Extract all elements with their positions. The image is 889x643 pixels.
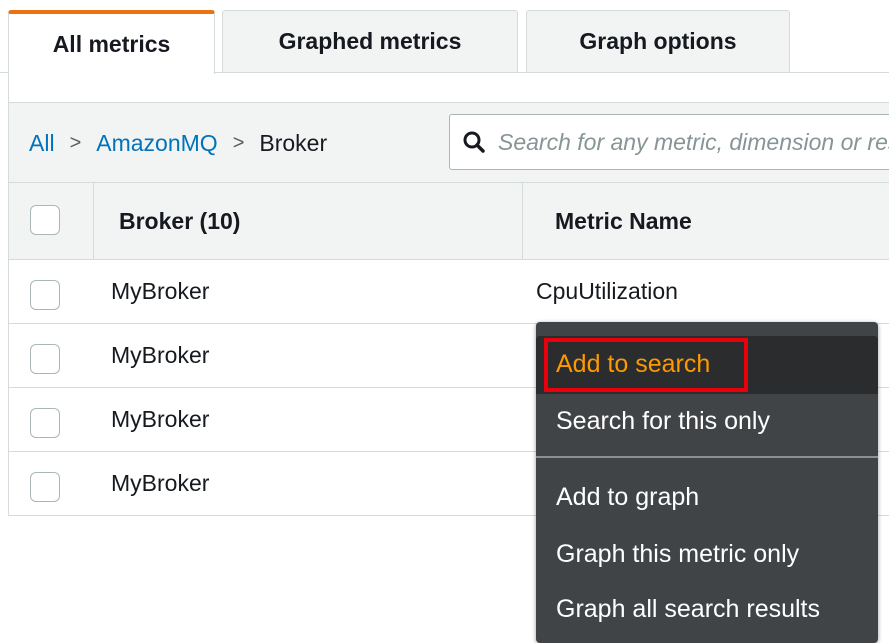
chevron-right-icon: > (69, 131, 82, 154)
tab-bar: All metrics Graphed metrics Graph option… (0, 0, 889, 100)
search-box[interactable] (449, 114, 889, 170)
row-checkbox[interactable] (30, 472, 60, 502)
menu-item-graph-this-metric-only[interactable]: Graph this metric only (556, 540, 799, 569)
chevron-right-icon: > (232, 131, 245, 154)
breadcrumb-current: Broker (259, 129, 328, 156)
context-menu: Add to search Search for this only Add t… (536, 322, 878, 643)
cell-broker: MyBroker (111, 470, 210, 496)
breadcrumb: All > AmazonMQ > Broker (29, 103, 327, 183)
cell-broker: MyBroker (111, 406, 210, 432)
search-input[interactable] (496, 127, 889, 157)
header-broker[interactable]: Broker (10) (119, 183, 240, 259)
search-icon (463, 131, 485, 153)
menu-divider (536, 456, 878, 458)
header-metric-name[interactable]: Metric Name (555, 183, 692, 259)
tab-graph-options[interactable]: Graph options (526, 10, 790, 72)
table-header: Broker (10) Metric Name (9, 182, 889, 260)
table-row[interactable]: MyBroker CpuUtilization (9, 260, 889, 324)
menu-item-add-to-graph[interactable]: Add to graph (556, 483, 699, 512)
tab-graphed-metrics[interactable]: Graphed metrics (222, 10, 518, 72)
tab-all-metrics[interactable]: All metrics (8, 10, 215, 74)
filter-bar: All > AmazonMQ > Broker (9, 102, 889, 182)
cell-broker: MyBroker (111, 342, 210, 368)
select-all-checkbox[interactable] (30, 205, 60, 235)
cell-metric-name[interactable]: CpuUtilization (536, 260, 678, 323)
row-checkbox[interactable] (30, 280, 60, 310)
tab-body-border (8, 72, 9, 102)
menu-item-add-to-search[interactable]: Add to search (556, 350, 710, 379)
row-checkbox[interactable] (30, 408, 60, 438)
menu-item-search-for-this-only[interactable]: Search for this only (556, 407, 770, 436)
menu-item-graph-all-search-results[interactable]: Graph all search results (556, 595, 820, 624)
breadcrumb-namespace[interactable]: AmazonMQ (96, 130, 217, 157)
breadcrumb-all[interactable]: All (29, 130, 55, 157)
column-divider (93, 183, 94, 259)
column-divider (522, 183, 523, 259)
cell-broker: MyBroker (111, 278, 210, 304)
row-checkbox[interactable] (30, 344, 60, 374)
